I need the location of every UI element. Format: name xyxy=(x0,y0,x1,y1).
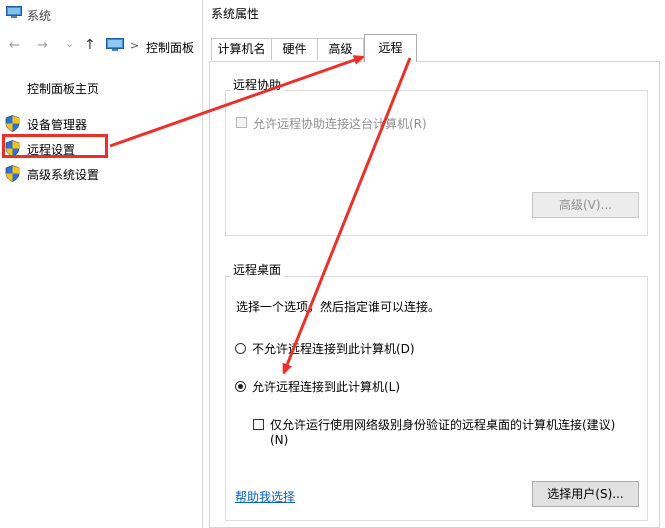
computer-icon xyxy=(6,6,22,18)
tab-computer-name[interactable]: 计算机名 xyxy=(211,38,272,60)
recent-dropdown-icon[interactable]: ⌄ xyxy=(65,36,74,52)
device-manager-link[interactable]: 设备管理器 xyxy=(27,116,87,133)
advanced-system-settings-link[interactable]: 高级系统设置 xyxy=(27,166,99,183)
control-panel-icon xyxy=(106,38,124,51)
deny-remote-label: 不允许远程连接到此计算机(D) xyxy=(252,342,415,356)
nla-only-label-line2: (N) xyxy=(270,433,289,447)
window-title: 系统 xyxy=(27,9,52,23)
breadcrumb-separator: > xyxy=(130,39,140,52)
tab-remote[interactable]: 远程 xyxy=(364,34,417,62)
allow-remote-assistance-checkbox[interactable] xyxy=(236,117,247,128)
select-users-button[interactable]: 选择用户(S)... xyxy=(532,481,639,507)
up-arrow-icon[interactable]: ↑ xyxy=(84,37,96,53)
forward-arrow-icon[interactable]: → xyxy=(37,38,48,54)
remote-desktop-title: 远程桌面 xyxy=(231,261,284,278)
help-me-choose-link[interactable]: 帮助我选择 xyxy=(235,488,295,505)
advanced-button[interactable]: 高级(V)... xyxy=(532,192,639,218)
allow-remote-assistance-label: 允许远程协助连接这台计算机(R) xyxy=(253,117,427,131)
breadcrumb-control-panel[interactable]: 控制面板 xyxy=(146,39,194,56)
deny-remote-radio[interactable] xyxy=(235,343,246,354)
highlight-box xyxy=(2,134,108,158)
dialog-title: 系统属性 xyxy=(211,7,260,21)
uac-shield-icon xyxy=(5,165,20,182)
allow-remote-radio[interactable] xyxy=(235,381,246,392)
remote-assistance-title: 远程协助 xyxy=(231,76,284,93)
nla-only-label-line1: 仅允许运行使用网络级别身份验证的远程桌面的计算机连接(建议) xyxy=(270,418,616,432)
back-arrow-icon[interactable]: ← xyxy=(9,38,20,54)
allow-remote-label: 允许远程连接到此计算机(L) xyxy=(252,380,401,394)
nla-only-checkbox[interactable] xyxy=(253,419,264,430)
uac-shield-icon xyxy=(5,115,20,132)
tab-hardware[interactable]: 硬件 xyxy=(271,38,318,60)
control-panel-home-link[interactable]: 控制面板主页 xyxy=(27,80,99,97)
remote-desktop-instruction: 选择一个选项，然后指定谁可以连接。 xyxy=(236,300,441,314)
tab-advanced[interactable]: 高级 xyxy=(317,38,364,60)
